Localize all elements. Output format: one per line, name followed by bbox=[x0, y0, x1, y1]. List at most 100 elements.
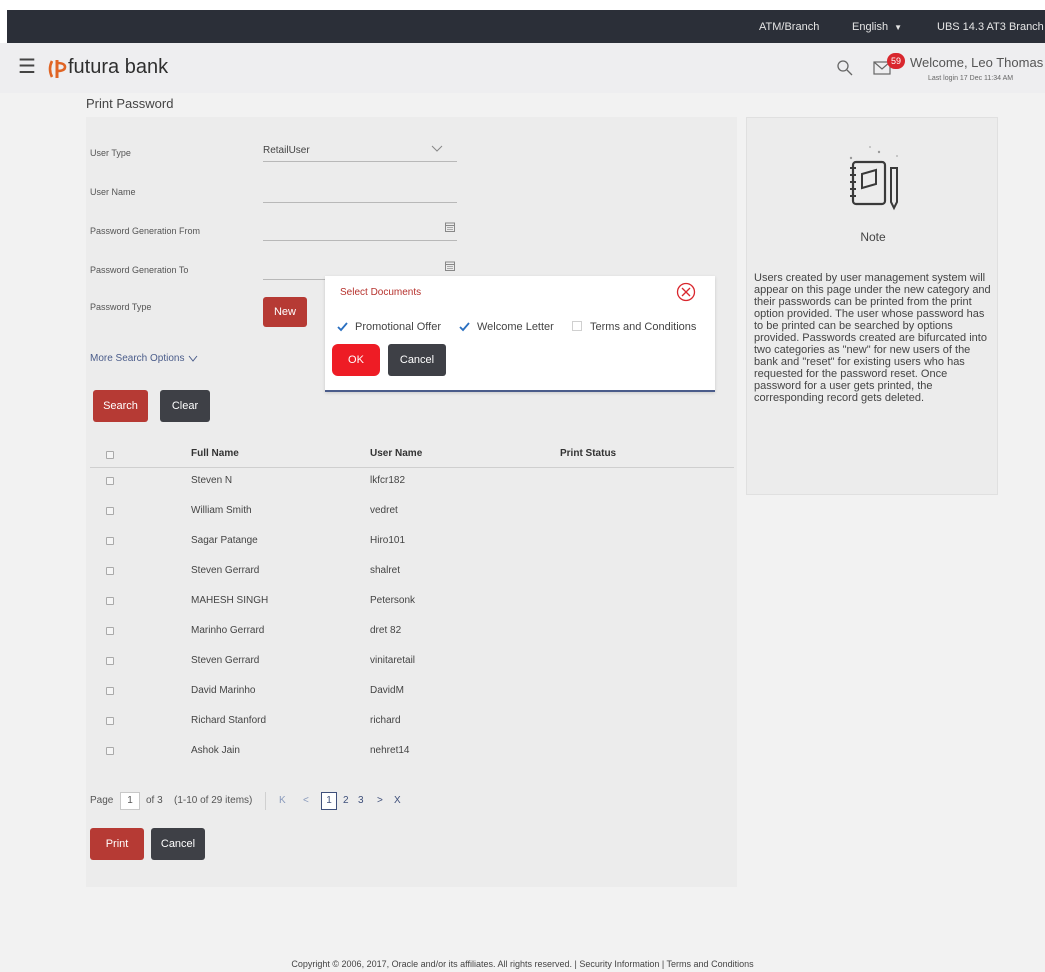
table-row: Steven Gerrard shalret bbox=[90, 558, 734, 588]
ok-button[interactable]: OK bbox=[332, 344, 380, 376]
note-icon bbox=[849, 146, 898, 211]
col-user-name[interactable]: User Name bbox=[370, 448, 422, 459]
cell-user-name: Hiro101 bbox=[370, 535, 406, 546]
atm-branch-link[interactable]: ATM/Branch bbox=[759, 21, 819, 33]
col-print-status[interactable]: Print Status bbox=[560, 448, 616, 459]
check-icon bbox=[337, 322, 348, 332]
print-button[interactable]: Print bbox=[90, 828, 144, 860]
gen-to-label: Password Generation To bbox=[90, 265, 189, 275]
page-number-input[interactable]: 1 bbox=[120, 792, 140, 810]
table-row: Steven N lkfcr182 bbox=[90, 468, 734, 498]
more-search-options-label: More Search Options bbox=[90, 353, 185, 364]
user-name-input[interactable] bbox=[263, 181, 457, 203]
table-row: Sagar Patange Hiro101 bbox=[90, 528, 734, 558]
table-header: Full Name User Name Print Status bbox=[90, 443, 734, 468]
next-page-button[interactable]: > bbox=[377, 795, 383, 806]
bank-logo-text[interactable]: futura bank bbox=[68, 56, 168, 79]
notification-badge[interactable]: 59 bbox=[887, 53, 905, 69]
row-checkbox[interactable] bbox=[106, 747, 114, 755]
row-checkbox[interactable] bbox=[106, 537, 114, 545]
first-page-button[interactable]: K bbox=[279, 795, 286, 806]
user-type-value: RetailUser bbox=[263, 145, 310, 156]
cell-full-name: William Smith bbox=[191, 505, 252, 516]
footer: Copyright © 2006, 2017, Oracle and/or it… bbox=[291, 959, 754, 969]
table-row: Ashok Jain nehret14 bbox=[90, 738, 734, 768]
search-icon[interactable] bbox=[836, 59, 854, 77]
note-body: Users created by user management system … bbox=[754, 272, 991, 404]
futura-logo-icon bbox=[48, 60, 67, 78]
page-title: Print Password bbox=[86, 96, 174, 111]
cell-full-name: David Marinho bbox=[191, 685, 256, 696]
select-documents-modal: Select Documents Promotional Offer Welco… bbox=[325, 276, 715, 392]
row-checkbox[interactable] bbox=[106, 657, 114, 665]
page-link-2[interactable]: 2 bbox=[343, 795, 349, 806]
more-search-options-toggle[interactable]: More Search Options bbox=[90, 353, 198, 364]
chevron-down-icon bbox=[431, 145, 443, 152]
search-button[interactable]: Search bbox=[93, 390, 148, 422]
row-checkbox[interactable] bbox=[106, 597, 114, 605]
hamburger-icon[interactable]: ☰ bbox=[18, 57, 36, 77]
calendar-icon[interactable] bbox=[445, 222, 455, 232]
modal-title: Select Documents bbox=[340, 287, 422, 298]
cancel-button[interactable]: Cancel bbox=[151, 828, 205, 860]
password-type-new-toggle[interactable]: New bbox=[263, 297, 307, 327]
note-panel: Note Users created by user management sy… bbox=[746, 117, 998, 495]
row-checkbox[interactable] bbox=[106, 507, 114, 515]
option-label: Promotional Offer bbox=[355, 321, 442, 333]
table-row: David Marinho DavidM bbox=[90, 678, 734, 708]
pagination-divider bbox=[265, 792, 266, 810]
user-type-label: User Type bbox=[90, 148, 131, 158]
option-label: Terms and Conditions bbox=[590, 321, 697, 333]
col-full-name[interactable]: Full Name bbox=[191, 448, 239, 459]
calendar-icon[interactable] bbox=[445, 261, 455, 271]
cell-user-name: DavidM bbox=[370, 685, 404, 696]
cell-full-name: Richard Stanford bbox=[191, 715, 267, 726]
select-all-checkbox[interactable] bbox=[106, 451, 114, 459]
gen-from-label: Password Generation From bbox=[90, 226, 201, 236]
cell-user-name: nehret14 bbox=[370, 745, 410, 756]
welcome-text[interactable]: Welcome, Leo Thomas bbox=[910, 55, 1043, 70]
modal-cancel-button[interactable]: Cancel bbox=[388, 344, 446, 376]
cell-full-name: Steven N bbox=[191, 475, 233, 486]
prev-page-button[interactable]: < bbox=[303, 795, 309, 806]
language-label: English bbox=[852, 21, 889, 33]
cell-full-name: Steven Gerrard bbox=[191, 655, 260, 666]
last-login-text: Last login 17 Dec 11:34 AM bbox=[928, 75, 1014, 82]
page-total: of 3 bbox=[146, 795, 163, 806]
row-checkbox[interactable] bbox=[106, 717, 114, 725]
row-checkbox[interactable] bbox=[106, 627, 114, 635]
cell-user-name: shalret bbox=[370, 565, 401, 576]
clear-button[interactable]: Clear bbox=[160, 390, 210, 422]
table-row: Richard Stanford richard bbox=[90, 708, 734, 738]
cell-user-name: Petersonk bbox=[370, 595, 416, 606]
password-type-label: Password Type bbox=[90, 302, 152, 312]
user-name-label: User Name bbox=[90, 187, 136, 197]
caret-down-icon: ▼ bbox=[894, 23, 902, 32]
top-bar: ATM/Branch English ▼ UBS 14.3 AT3 Branch bbox=[7, 10, 1045, 43]
cell-user-name: vedret bbox=[370, 505, 398, 516]
note-title: Note bbox=[860, 230, 886, 244]
page-label: Page bbox=[90, 795, 114, 806]
table-row: Marinho Gerrard dret 82 bbox=[90, 618, 734, 648]
cell-full-name: MAHESH SINGH bbox=[191, 595, 269, 606]
page-link-1[interactable]: 1 bbox=[321, 792, 337, 810]
cell-user-name: dret 82 bbox=[370, 625, 402, 636]
close-circle-icon[interactable] bbox=[675, 281, 697, 303]
cell-full-name: Sagar Patange bbox=[191, 535, 258, 546]
gen-from-date-input[interactable] bbox=[263, 219, 457, 241]
row-checkbox[interactable] bbox=[106, 687, 114, 695]
cell-full-name: Marinho Gerrard bbox=[191, 625, 265, 636]
last-page-button[interactable]: X bbox=[394, 795, 401, 806]
page-range: (1-10 of 29 items) bbox=[174, 795, 253, 806]
row-checkbox[interactable] bbox=[106, 567, 114, 575]
cell-user-name: lkfcr182 bbox=[370, 475, 406, 486]
row-checkbox[interactable] bbox=[106, 477, 114, 485]
option-label: Welcome Letter bbox=[477, 321, 554, 333]
language-selector[interactable]: English ▼ bbox=[852, 21, 902, 33]
check-icon bbox=[459, 322, 470, 332]
branch-name[interactable]: UBS 14.3 AT3 Branch bbox=[937, 21, 1044, 33]
cell-full-name: Steven Gerrard bbox=[191, 565, 260, 576]
cell-user-name: richard bbox=[370, 715, 401, 726]
user-type-select[interactable]: RetailUser bbox=[263, 140, 457, 162]
page-link-3[interactable]: 3 bbox=[358, 795, 364, 806]
